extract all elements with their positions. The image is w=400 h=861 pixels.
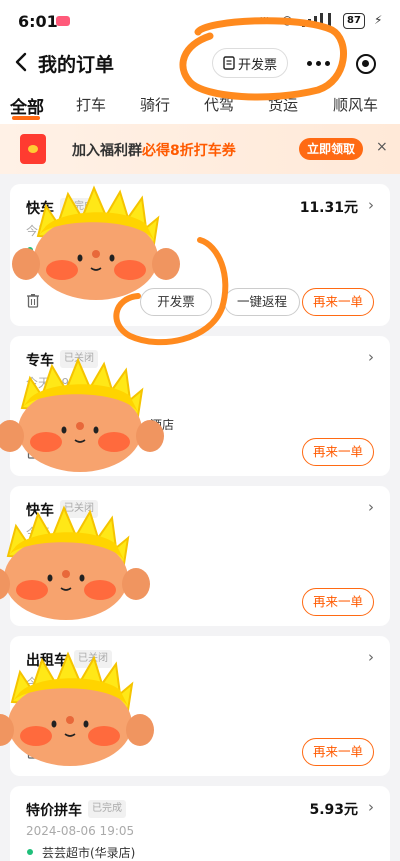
active-tab-indicator — [12, 116, 40, 120]
order-category-tabs: 全部 打车 骑行 代驾 货运 顺风车 — [0, 88, 400, 124]
trash-icon[interactable] — [26, 293, 40, 308]
app-notification-icon — [56, 16, 70, 26]
status-badge: 已完成 — [60, 198, 98, 216]
order-price: 5.93元 — [309, 802, 358, 818]
status-bar: 6:01 K/s ◉ 87 ⚡ — [0, 0, 400, 40]
tab-taxi[interactable]: 打车 — [76, 94, 106, 115]
reorder-button[interactable]: 再来一单 — [302, 588, 374, 616]
order-date: 今天 — [26, 224, 51, 238]
invoice-button-label: 开发票 — [237, 57, 277, 73]
return-trip-button[interactable]: 一键返程 — [224, 288, 300, 316]
order-date: 今天 — [26, 676, 51, 690]
charging-icon: ⚡ — [374, 13, 383, 27]
order-date: 2024-08-06 19:05 — [26, 824, 135, 838]
order-type: 快车 — [26, 201, 54, 217]
battery-indicator: 87 — [343, 13, 365, 29]
status-badge: 已完成 — [88, 800, 126, 818]
chevron-right-icon[interactable]: › — [368, 348, 374, 366]
wifi-icon: ◉ — [282, 13, 293, 27]
issue-invoice-button[interactable]: 开发票 — [140, 288, 212, 316]
promo-banner[interactable]: 加入福利群必得8折打车券 立即领取 × — [0, 124, 400, 174]
order-card[interactable]: 出租车 已关闭 › 今天 再来一单 — [10, 636, 390, 776]
back-icon[interactable] — [10, 48, 34, 76]
tab-designated-driver[interactable]: 代驾 — [204, 94, 234, 115]
destination-address: 酒店 — [150, 418, 175, 432]
chevron-right-icon[interactable]: › — [368, 196, 374, 214]
trash-icon[interactable] — [26, 444, 40, 459]
status-time: 6:01 — [18, 12, 58, 31]
origin-address: 芸芸超市(华录店) — [42, 846, 136, 860]
more-options-button[interactable] — [298, 48, 338, 78]
order-price: 11.31元 — [299, 200, 358, 216]
tab-cycling[interactable]: 骑行 — [140, 94, 170, 115]
tab-all[interactable]: 全部 — [10, 93, 44, 118]
signal-icon — [300, 13, 336, 27]
page-title: 我的订单 — [38, 54, 115, 76]
network-speed: K/s — [260, 16, 273, 25]
order-date: 今天 09 — [26, 376, 70, 390]
order-date: 今天 — [26, 526, 51, 540]
chevron-right-icon[interactable]: › — [368, 648, 374, 666]
promo-text: 加入福利群必得8折打车券 — [72, 143, 236, 159]
reorder-button[interactable]: 再来一单 — [302, 438, 374, 466]
tab-carpool[interactable]: 顺风车 — [333, 94, 378, 115]
invoice-icon — [223, 56, 235, 70]
chevron-right-icon[interactable]: › — [368, 498, 374, 516]
red-envelope-icon — [20, 134, 46, 164]
order-type: 特价拼车 — [26, 803, 82, 819]
order-card[interactable]: 特价拼车 已完成 5.93元 › 2024-08-06 19:05 芸芸超市(华… — [10, 786, 390, 861]
order-type: 专车 — [26, 353, 54, 369]
status-badge: 已关闭 — [74, 650, 112, 668]
origin-dot — [27, 849, 33, 855]
order-card[interactable]: 专车 已关闭 › 今天 09 酒店 再来一单 — [10, 336, 390, 476]
destination-dot — [27, 268, 33, 274]
order-type: 出租车 — [26, 653, 68, 669]
order-card[interactable]: 快车 已完成 11.31元 › 今天 开发票 一键返程 再来一单 — [10, 184, 390, 326]
order-type: 快车 — [26, 503, 54, 519]
close-icon[interactable]: × — [376, 139, 388, 155]
claim-coupon-button[interactable]: 立即领取 — [299, 138, 363, 160]
chevron-right-icon[interactable]: › — [368, 798, 374, 816]
page-header: 我的订单 开发票 — [0, 40, 400, 88]
invoice-button[interactable]: 开发票 — [212, 48, 288, 78]
origin-dot — [27, 247, 33, 253]
close-miniprogram-icon[interactable] — [356, 54, 376, 74]
reorder-button[interactable]: 再来一单 — [302, 738, 374, 766]
status-badge: 已关闭 — [60, 500, 98, 518]
trash-icon[interactable] — [26, 744, 40, 759]
tab-freight[interactable]: 货运 — [268, 94, 298, 115]
origin-dot — [27, 399, 33, 405]
order-card[interactable]: 快车 已关闭 › 今天 再来一单 — [10, 486, 390, 626]
status-badge: 已关闭 — [60, 350, 98, 368]
reorder-button[interactable]: 再来一单 — [302, 288, 374, 316]
